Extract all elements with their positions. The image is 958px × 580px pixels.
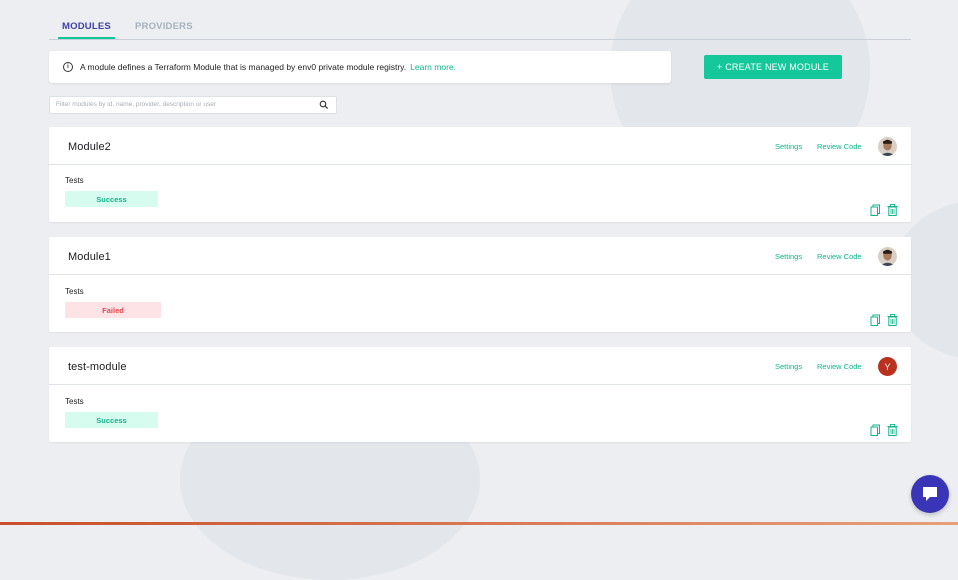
- create-new-module-button[interactable]: + CREATE NEW MODULE: [704, 55, 842, 79]
- review-code-link[interactable]: Review Code: [817, 362, 862, 371]
- chat-bubble-icon: [923, 487, 937, 501]
- chat-button[interactable]: [911, 475, 949, 513]
- tests-label: Tests: [65, 287, 84, 296]
- copy-icon[interactable]: [870, 314, 881, 326]
- copy-icon[interactable]: [870, 204, 881, 216]
- modules-page: MODULES PROVIDERS i A module defines a T…: [0, 0, 958, 525]
- review-code-link[interactable]: Review Code: [817, 142, 862, 151]
- info-banner: i A module defines a Terraform Module th…: [49, 51, 671, 83]
- settings-link[interactable]: Settings: [775, 362, 802, 371]
- module-name[interactable]: test-module: [68, 361, 127, 373]
- status-badge: Failed: [65, 302, 161, 318]
- tests-label: Tests: [65, 176, 84, 185]
- tabs-bar: MODULES PROVIDERS: [49, 12, 911, 40]
- avatar: [878, 137, 897, 156]
- module-card: Module1 Settings Review Code Tests Faile…: [49, 237, 911, 332]
- module-name[interactable]: Module1: [68, 251, 111, 263]
- filter-input[interactable]: [56, 98, 311, 111]
- module-card-header: Module1 Settings Review Code: [49, 237, 911, 275]
- module-name[interactable]: Module2: [68, 141, 111, 153]
- settings-link[interactable]: Settings: [775, 142, 802, 151]
- info-circle-icon: i: [63, 62, 73, 72]
- learn-more-link[interactable]: Learn more.: [410, 62, 456, 72]
- review-code-link[interactable]: Review Code: [817, 252, 862, 261]
- tab-providers[interactable]: PROVIDERS: [135, 21, 193, 32]
- status-badge: Success: [65, 412, 158, 428]
- tests-label: Tests: [65, 397, 84, 406]
- settings-link[interactable]: Settings: [775, 252, 802, 261]
- module-card-header: test-module Settings Review Code Y: [49, 347, 911, 385]
- trash-icon[interactable]: [887, 424, 898, 436]
- filter-modules: [49, 96, 337, 114]
- search-icon[interactable]: [319, 100, 329, 110]
- module-card-header: Module2 Settings Review Code: [49, 127, 911, 165]
- avatar: Y: [878, 357, 897, 376]
- copy-icon[interactable]: [870, 424, 881, 436]
- tab-modules[interactable]: MODULES: [58, 21, 115, 39]
- module-card: test-module Settings Review Code Y Tests…: [49, 347, 911, 442]
- avatar: [878, 247, 897, 266]
- status-badge: Success: [65, 191, 158, 207]
- trash-icon[interactable]: [887, 314, 898, 326]
- trash-icon[interactable]: [887, 204, 898, 216]
- info-text: A module defines a Terraform Module that…: [80, 62, 407, 72]
- module-card: Module2 Settings Review Code Tests Succe…: [49, 127, 911, 222]
